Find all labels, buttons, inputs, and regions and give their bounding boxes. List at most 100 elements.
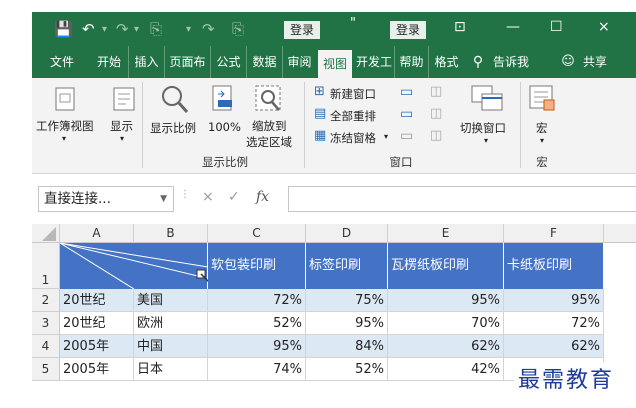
table-cell[interactable]: 84% [306,335,388,358]
freeze-panes-button[interactable]: 冻结窗格 [330,130,376,146]
row-header-3[interactable]: 3 [32,312,60,335]
column-header-a[interactable]: A [60,224,134,243]
sheet-icon[interactable]: ⎘ [232,20,244,38]
table-cell[interactable]: 2005年 [60,335,134,358]
zoom-to-selection-icon[interactable] [254,84,284,116]
zoom-selection-label-2[interactable]: 选定区域 [246,134,292,150]
table-cell[interactable]: 72% [208,289,306,312]
split-icon[interactable]: ▭ [400,84,413,100]
zoom-icon[interactable] [160,84,190,116]
column-header-d[interactable]: D [306,224,388,243]
table-cell[interactable]: 95% [388,289,504,312]
table-cell[interactable]: 72% [504,312,604,335]
zoom-selection-label-1[interactable]: 缩放到 [252,118,287,134]
tab-developer[interactable]: 开发工 [354,46,394,78]
tab-page-layout[interactable]: 页面布 [164,46,210,78]
table-cell[interactable]: 欧洲 [134,312,208,335]
hide-icon[interactable]: ▭ [400,106,413,122]
switch-windows-icon[interactable] [470,84,506,112]
tab-insert[interactable]: 插入 [128,46,164,78]
table-cell[interactable]: 美国 [134,289,208,312]
table-cell[interactable]: 20世纪 [60,289,134,312]
user-icon[interactable]: ☺ [560,46,576,78]
tab-share[interactable]: 共享 [578,46,612,78]
table-cell[interactable]: 95% [306,312,388,335]
table-cell[interactable]: 95% [208,335,306,358]
tab-format[interactable]: 格式 [428,46,464,78]
row-header-2[interactable]: 2 [32,289,60,312]
column-header-f[interactable]: F [504,224,604,243]
tab-formulas[interactable]: 公式 [210,46,246,78]
header-cell-f[interactable]: 卡纸板印刷 [504,243,604,289]
show-button[interactable]: 显示 [110,118,133,134]
tab-help[interactable]: 帮助 [394,46,428,78]
table-cell[interactable]: 74% [208,358,306,381]
select-all-corner[interactable] [32,224,60,243]
row-header-5[interactable]: 5 [32,358,60,381]
macro-icon[interactable] [528,84,558,114]
reset-position-icon[interactable]: ◫ [430,128,442,143]
header-cell-c[interactable]: 软包装印刷 [208,243,306,289]
view-side-by-side-icon[interactable]: ◫ [430,84,442,99]
header-cell-e[interactable]: 瓦楞纸板印刷 [388,243,504,289]
table-cell[interactable]: 中国 [134,335,208,358]
macro-button[interactable]: 宏 [536,120,548,136]
redo2-icon[interactable]: ↷ [202,20,215,38]
enter-icon[interactable]: ✓ [228,189,240,205]
table-cell[interactable]: 70% [388,312,504,335]
column-header-b[interactable]: B [134,224,208,243]
undo-icon[interactable]: ↶ [82,20,95,38]
row-header-1[interactable]: 1 [32,243,60,289]
insert-function-icon[interactable]: fx [256,189,269,205]
redo-dropdown-icon[interactable]: ▾ [134,24,139,35]
search-icon[interactable]: ⚲ [470,46,486,78]
tab-review[interactable]: 审阅 [282,46,316,78]
minimize-button[interactable]: — [506,19,520,35]
tab-view[interactable]: 视图 [318,50,352,78]
table-cell[interactable]: 62% [388,335,504,358]
ribbon-display-icon[interactable]: ⊡ [454,19,466,35]
diagonal-header-cell[interactable] [60,243,210,289]
table-cell[interactable]: 95% [504,289,604,312]
table-cell[interactable]: 42% [388,358,504,381]
save-icon[interactable]: 💾 [54,20,73,38]
tab-file[interactable]: 文件 [42,46,82,78]
new-window-button[interactable]: 新建窗口 [330,86,376,102]
sync-scroll-icon[interactable]: ◫ [430,106,442,121]
table-cell[interactable]: 2005年 [60,358,134,381]
column-header-c[interactable]: C [208,224,306,243]
workbook-view-icon[interactable] [54,86,76,112]
table-cell[interactable]: 日本 [134,358,208,381]
table-cell[interactable]: 75% [306,289,388,312]
tab-home[interactable]: 开始 [94,46,124,78]
table-cell[interactable]: 52% [306,358,388,381]
cancel-icon[interactable]: × [202,189,214,205]
zoom-100-icon[interactable] [210,84,236,116]
header-cell-d[interactable]: 标签印刷 [306,243,388,289]
name-box[interactable]: 直接连接... ▼ [38,186,174,212]
formula-input[interactable] [288,186,636,212]
table-cell[interactable]: 52% [208,312,306,335]
unhide-icon[interactable]: ▭ [400,128,413,144]
name-box-dropdown-icon[interactable]: ▼ [160,187,167,211]
customize-dropdown-icon[interactable]: ▾ [186,24,191,35]
table-cell[interactable]: 20世纪 [60,312,134,335]
login-button-2[interactable]: 登录 [390,21,427,39]
show-icon[interactable] [112,86,136,112]
arrange-all-button[interactable]: 全部重排 [330,108,376,124]
row-header-4[interactable]: 4 [32,335,60,358]
redo-icon[interactable]: ↷ [116,20,129,38]
customize-icon[interactable]: ⎘ [150,20,162,38]
undo-dropdown-icon[interactable]: ▾ [102,24,107,35]
zoom-button[interactable]: 显示比例 [150,120,196,136]
close-button[interactable]: × [598,19,610,35]
tab-tell-me[interactable]: 告诉我 [488,46,534,78]
switch-windows-button[interactable]: 切换窗口 [460,120,506,136]
login-button-1[interactable]: 登录 [284,21,321,39]
column-header-e[interactable]: E [388,224,504,243]
tab-data[interactable]: 数据 [246,46,282,78]
zoom-100-button[interactable]: 100% [208,120,241,134]
workbook-view-button[interactable]: 工作簿视图 [36,118,94,134]
restore-button[interactable]: ☐ [550,19,563,35]
table-cell[interactable]: 62% [504,335,604,358]
